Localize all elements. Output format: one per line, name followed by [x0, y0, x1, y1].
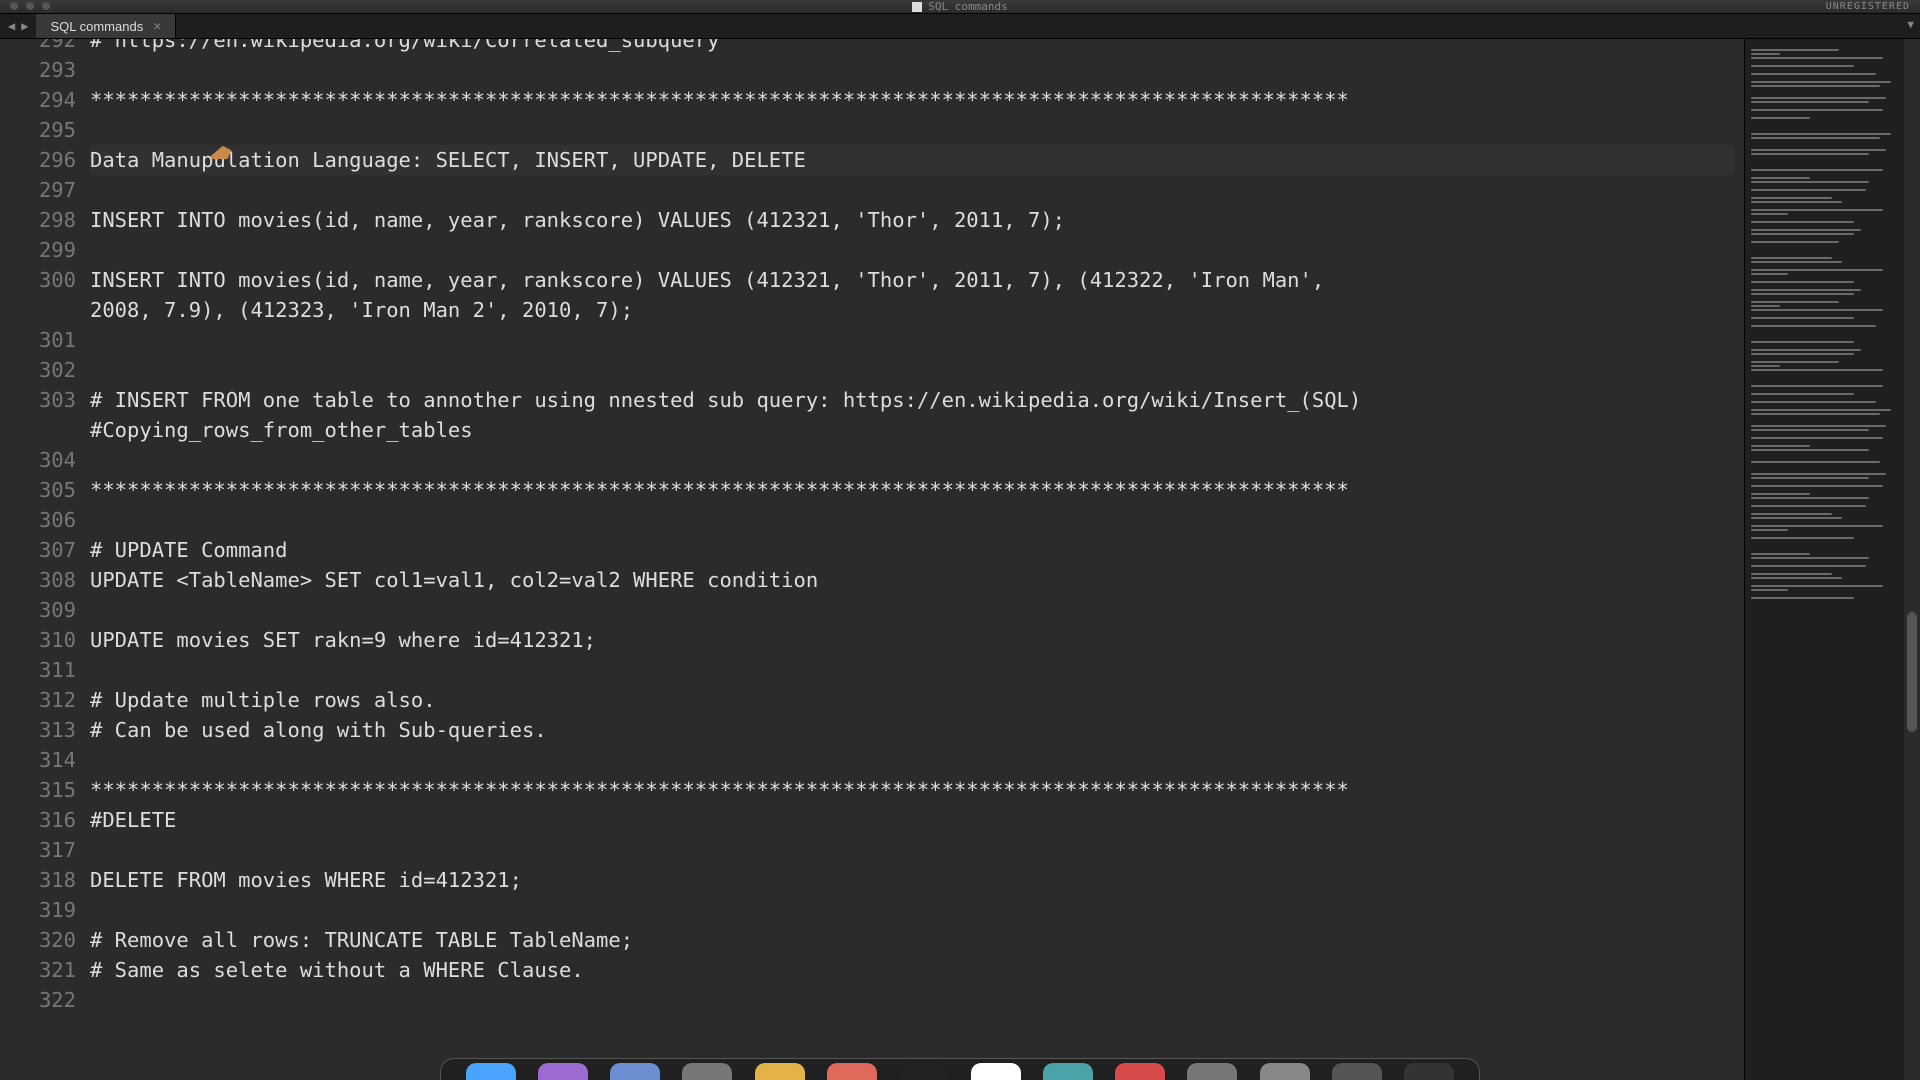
- code-line[interactable]: #Copying_rows_from_other_tables: [90, 415, 1734, 445]
- code-line[interactable]: [90, 55, 1734, 85]
- code-line[interactable]: [90, 655, 1734, 685]
- dock-item-app13[interactable]: [1404, 1063, 1454, 1080]
- code-line[interactable]: # Remove all rows: TRUNCATE TABLE TableN…: [90, 925, 1734, 955]
- editor-main: 2922932942952962972982993003013023033043…: [0, 39, 1920, 1080]
- tab-sql-commands[interactable]: SQL commands ×: [36, 14, 176, 38]
- minimap[interactable]: [1744, 39, 1904, 1080]
- window-title-text: SQL commands: [928, 0, 1007, 13]
- code-line[interactable]: # Same as selete without a WHERE Clause.: [90, 955, 1734, 985]
- tab-bar: ◀ ▶ SQL commands × ▼: [0, 14, 1920, 39]
- code-line[interactable]: 2008, 7.9), (412323, 'Iron Man 2', 2010,…: [90, 295, 1734, 325]
- code-line[interactable]: # Can be used along with Sub-queries.: [90, 715, 1734, 745]
- dock-item-app12[interactable]: [1332, 1063, 1382, 1080]
- code-line[interactable]: [90, 505, 1734, 535]
- code-line[interactable]: [90, 985, 1734, 1015]
- dock-item-app10[interactable]: [1187, 1063, 1237, 1080]
- dock-container: [440, 1058, 1480, 1080]
- code-line[interactable]: INSERT INTO movies(id, name, year, ranks…: [90, 205, 1734, 235]
- window-title: SQL commands: [912, 0, 1007, 13]
- dock-item-app9[interactable]: [1115, 1063, 1165, 1080]
- code-line[interactable]: [90, 745, 1734, 775]
- code-line[interactable]: UPDATE movies SET rakn=9 where id=412321…: [90, 625, 1734, 655]
- code-line[interactable]: ****************************************…: [90, 475, 1734, 505]
- traffic-lights[interactable]: [10, 2, 50, 10]
- dock-item-app1[interactable]: [538, 1063, 588, 1080]
- close-window-icon[interactable]: [10, 2, 18, 10]
- document-icon: [912, 2, 922, 12]
- code-line[interactable]: [90, 175, 1734, 205]
- code-line[interactable]: [90, 115, 1734, 145]
- code-editor[interactable]: 2922932942952962972982993003013023033043…: [0, 39, 1744, 1080]
- license-status: UNREGISTERED: [1826, 1, 1910, 12]
- dock-item-app3[interactable]: [682, 1063, 732, 1080]
- code-line[interactable]: # Update multiple rows also.: [90, 685, 1734, 715]
- tab-label: SQL commands: [50, 19, 143, 34]
- code-line[interactable]: DELETE FROM movies WHERE id=412321;: [90, 865, 1734, 895]
- code-line[interactable]: Data Manupulation Language: SELECT, INSE…: [90, 145, 1734, 175]
- code-line[interactable]: [90, 325, 1734, 355]
- dock-item-app2[interactable]: [610, 1063, 660, 1080]
- code-line[interactable]: [90, 595, 1734, 625]
- code-line[interactable]: # https://en.wikipedia.org/wiki/Correlat…: [90, 39, 1734, 55]
- dock[interactable]: [440, 1058, 1480, 1080]
- tab-dropdown-icon[interactable]: ▼: [1907, 18, 1914, 31]
- scrollbar-thumb[interactable]: [1907, 612, 1917, 732]
- close-tab-icon[interactable]: ×: [153, 18, 161, 34]
- dock-item-app5[interactable]: [827, 1063, 877, 1080]
- code-line[interactable]: [90, 445, 1734, 475]
- code-line[interactable]: # INSERT FROM one table to annother usin…: [90, 385, 1734, 415]
- code-line[interactable]: ****************************************…: [90, 775, 1734, 805]
- line-number-gutter: 2922932942952962972982993003013023033043…: [0, 39, 90, 1080]
- code-line[interactable]: #DELETE: [90, 805, 1734, 835]
- code-line[interactable]: [90, 895, 1734, 925]
- dock-item-app6[interactable]: [899, 1063, 949, 1080]
- dock-item-app7[interactable]: [971, 1063, 1021, 1080]
- code-line[interactable]: [90, 835, 1734, 865]
- code-line[interactable]: INSERT INTO movies(id, name, year, ranks…: [90, 265, 1734, 295]
- code-line[interactable]: ****************************************…: [90, 85, 1734, 115]
- history-nav: ◀ ▶: [0, 14, 36, 38]
- scrollbar-track[interactable]: [1904, 39, 1920, 1080]
- nav-back-icon[interactable]: ◀: [8, 19, 15, 33]
- code-line[interactable]: # UPDATE Command: [90, 535, 1734, 565]
- zoom-window-icon[interactable]: [42, 2, 50, 10]
- code-line[interactable]: UPDATE <TableName> SET col1=val1, col2=v…: [90, 565, 1734, 595]
- minimize-window-icon[interactable]: [26, 2, 34, 10]
- nav-forward-icon[interactable]: ▶: [21, 19, 28, 33]
- dock-item-app4[interactable]: [755, 1063, 805, 1080]
- code-content[interactable]: # https://en.wikipedia.org/wiki/Correlat…: [90, 39, 1744, 1080]
- dock-item-finder[interactable]: [466, 1063, 516, 1080]
- code-line[interactable]: [90, 235, 1734, 265]
- window-titlebar: SQL commands UNREGISTERED: [0, 0, 1920, 14]
- code-line[interactable]: [90, 355, 1734, 385]
- dock-item-app8[interactable]: [1043, 1063, 1093, 1080]
- dock-item-app11[interactable]: [1260, 1063, 1310, 1080]
